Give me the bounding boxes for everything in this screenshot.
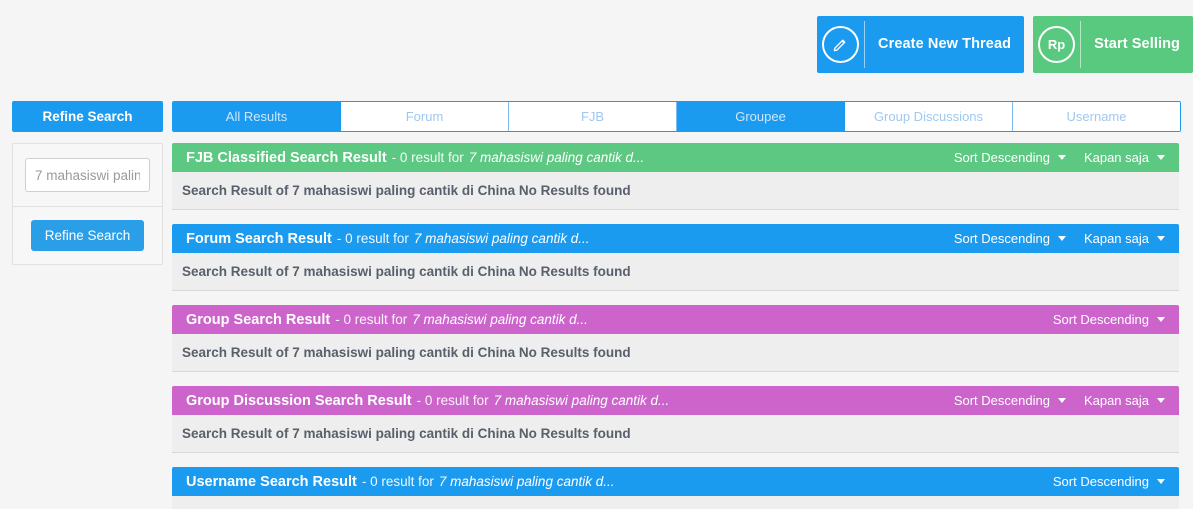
section-body-message: Search Result of 7 mahasiswi paling cant…	[172, 253, 1179, 291]
section-result-count: - 0 result for	[416, 393, 489, 408]
sort-dropdown[interactable]: Sort Descending	[954, 393, 1066, 408]
tab-username[interactable]: Username	[1013, 102, 1180, 131]
top-action-buttons: Create New Thread Rp Start Selling	[817, 16, 1193, 73]
section-title: Group Discussion Search Result	[186, 392, 412, 409]
chevron-down-icon	[1057, 155, 1066, 160]
refine-search-panel: Refine Search	[12, 143, 163, 265]
tab-group-discussions[interactable]: Group Discussions	[845, 102, 1013, 131]
section-title: Forum Search Result	[186, 230, 332, 247]
section-query: 7 mahasiswi paling cantik d...	[468, 150, 645, 165]
timeframe-dropdown[interactable]: Kapan saja	[1084, 150, 1165, 165]
start-selling-label: Start Selling	[1094, 36, 1180, 53]
chevron-down-icon	[1157, 155, 1165, 160]
section-body-message: Search Result of 7 mahasiswi paling cant…	[172, 172, 1179, 210]
refine-search-header[interactable]: Refine Search	[12, 101, 163, 132]
section-header: Username Search Result - 0 result for 7 ma…	[172, 467, 1179, 496]
section-tools: Sort Descending	[1053, 474, 1165, 489]
result-section: Group Search Result - 0 result for 7 mahas…	[172, 305, 1179, 372]
sort-dropdown-label: Sort Descending	[1052, 312, 1149, 327]
refine-search-button[interactable]: Refine Search	[30, 220, 145, 251]
section-body-message: Search Result of 7 mahasiswi paling cant…	[172, 334, 1179, 372]
tab-all-results[interactable]: All Results	[173, 102, 341, 131]
section-query: 7 mahasiswi paling cantik d...	[412, 312, 588, 327]
refine-input-row	[13, 144, 162, 207]
page-root: Create New Thread Rp Start Selling Refin…	[0, 0, 1193, 509]
section-result-count: - 0 result for	[336, 231, 409, 246]
create-new-thread-button[interactable]: Create New Thread	[817, 16, 1025, 73]
timeframe-dropdown-label: Kapan saja	[1083, 150, 1149, 165]
section-header: Forum Search Result - 0 result for 7 mahas…	[172, 224, 1179, 253]
sort-dropdown[interactable]: Sort Descending	[954, 150, 1066, 165]
chevron-down-icon	[1057, 236, 1066, 241]
section-result-count: - 0 result for	[361, 474, 434, 489]
tab-forum[interactable]: Forum	[341, 102, 509, 131]
result-tabs: All Results Forum FJB Groupee Group Discussi…	[172, 101, 1181, 132]
section-query: 7 mahasiswi paling cantik d...	[413, 231, 590, 246]
chevron-down-icon	[1157, 479, 1165, 484]
nav-row: Refine Search All Results Forum FJB Groupee…	[12, 101, 1181, 132]
tab-groupee[interactable]: Groupee	[677, 102, 845, 131]
chevron-down-icon	[1057, 398, 1066, 403]
sort-dropdown-label: Sort Descending	[953, 393, 1050, 408]
sort-dropdown-label: Sort Descending	[953, 150, 1050, 165]
section-body-message: Search Result of 7 mahasiswi paling cant…	[172, 496, 1179, 509]
start-selling-button[interactable]: Rp Start Selling	[1033, 16, 1193, 73]
sort-dropdown[interactable]: Sort Descending	[1053, 312, 1165, 327]
section-tools: Sort Descending Kapan saja	[954, 393, 1165, 408]
rupiah-circle-icon: Rp	[1033, 16, 1080, 73]
result-section: FJB Classified Search Result - 0 result f…	[172, 143, 1179, 210]
section-header: Group Search Result - 0 result for 7 mahas…	[172, 305, 1179, 334]
section-query: 7 mahasiswi paling cantik d...	[493, 393, 670, 408]
section-title: Username Search Result	[186, 473, 357, 490]
sort-dropdown-label: Sort Descending	[953, 231, 1050, 246]
sort-dropdown[interactable]: Sort Descending	[1053, 474, 1165, 489]
section-result-count: - 0 result for	[335, 312, 408, 327]
chevron-down-icon	[1157, 236, 1165, 241]
result-section: Username Search Result - 0 result for 7 ma…	[172, 467, 1179, 509]
refine-button-row: Refine Search	[13, 207, 162, 264]
timeframe-dropdown-label: Kapan saja	[1083, 231, 1149, 246]
section-result-count: - 0 result for	[391, 150, 464, 165]
timeframe-dropdown[interactable]: Kapan saja	[1084, 231, 1165, 246]
chevron-down-icon	[1157, 398, 1165, 403]
timeframe-dropdown[interactable]: Kapan saja	[1084, 393, 1165, 408]
section-title: FJB Classified Search Result	[186, 149, 387, 166]
pencil-circle-icon	[817, 16, 864, 73]
section-tools: Sort Descending Kapan saja	[954, 231, 1165, 246]
section-header: Group Discussion Search Result - 0 result…	[172, 386, 1179, 415]
tab-fjb[interactable]: FJB	[509, 102, 677, 131]
search-results-list: FJB Classified Search Result - 0 result f…	[172, 143, 1179, 509]
section-tools: Sort Descending	[1053, 312, 1165, 327]
timeframe-dropdown-label: Kapan saja	[1083, 393, 1149, 408]
section-header: FJB Classified Search Result - 0 result f…	[172, 143, 1179, 172]
section-tools: Sort Descending Kapan saja	[954, 150, 1165, 165]
section-title: Group Search Result	[186, 311, 331, 328]
sort-dropdown[interactable]: Sort Descending	[954, 231, 1066, 246]
section-body-message: Search Result of 7 mahasiswi paling cant…	[172, 415, 1179, 453]
search-input[interactable]	[25, 158, 150, 192]
rupiah-glyph: Rp	[1038, 26, 1076, 63]
top-action-bar: Create New Thread Rp Start Selling	[0, 0, 1193, 90]
chevron-down-icon	[1157, 317, 1165, 322]
result-section: Forum Search Result - 0 result for 7 mahas…	[172, 224, 1179, 291]
result-section: Group Discussion Search Result - 0 result…	[172, 386, 1179, 453]
section-query: 7 mahasiswi paling cantik d...	[438, 474, 615, 489]
create-new-thread-label: Create New Thread	[878, 36, 1012, 53]
sort-dropdown-label: Sort Descending	[1052, 474, 1149, 489]
